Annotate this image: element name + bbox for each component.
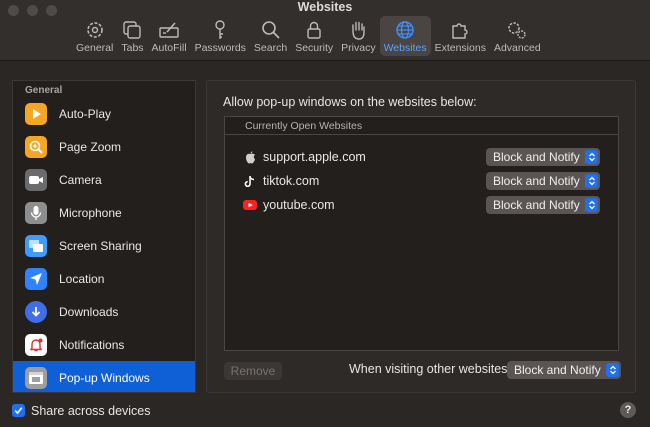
window-title: Websites (297, 0, 353, 14)
title-bar: Websites General Tabs AutoFill Passwords… (0, 0, 650, 61)
tabs-icon (123, 21, 142, 39)
help-button[interactable]: ? (620, 402, 636, 418)
preferences-toolbar: General Tabs AutoFill Passwords Search S… (72, 16, 545, 58)
sidebar-item-camera[interactable]: Camera (13, 163, 195, 196)
panel-title: Allow pop-up windows on the websites bel… (223, 95, 477, 109)
lock-icon (307, 21, 321, 39)
bell-icon (25, 333, 47, 356)
sidebar-item-screen-sharing[interactable]: Screen Sharing (13, 229, 195, 262)
gear-icon (86, 22, 103, 38)
youtube-logo-icon (243, 198, 257, 212)
sidebar-item-downloads[interactable]: Downloads (13, 295, 195, 328)
sidebar-item-microphone[interactable]: Microphone (13, 196, 195, 229)
tiktok-logo-icon (243, 174, 257, 188)
popup-window-icon (25, 366, 47, 389)
tab-search[interactable]: Search (250, 16, 291, 56)
location-arrow-icon (25, 267, 47, 290)
play-icon (25, 102, 47, 125)
main-panel: Allow pop-up windows on the websites bel… (206, 80, 636, 393)
other-websites-label: When visiting other websites: (349, 362, 511, 376)
table-row[interactable]: support.apple.com Block and Notify (225, 146, 618, 168)
download-icon (25, 300, 47, 323)
autofill-icon (159, 22, 179, 38)
chevron-updown-icon (606, 363, 619, 377)
apple-logo-icon (243, 150, 257, 164)
sidebar-item-auto-play[interactable]: Auto-Play (13, 97, 195, 130)
sidebar-item-page-zoom[interactable]: Page Zoom (13, 130, 195, 163)
chevron-updown-icon (585, 150, 598, 164)
hand-icon (352, 21, 366, 40)
search-icon (261, 21, 280, 39)
zoom-icon (25, 135, 47, 158)
tab-passwords[interactable]: Passwords (191, 16, 250, 56)
sidebar-item-location[interactable]: Location (13, 262, 195, 295)
remove-button[interactable]: Remove (224, 362, 282, 380)
share-across-devices-checkbox[interactable] (12, 404, 25, 417)
site-setting-select[interactable]: Block and Notify (486, 172, 600, 190)
checkmark-icon (14, 407, 23, 415)
key-icon (215, 20, 225, 39)
tab-advanced[interactable]: Advanced (490, 16, 545, 56)
tab-security[interactable]: Security (291, 16, 337, 56)
chevron-updown-icon (585, 198, 598, 212)
screen-sharing-icon (25, 234, 47, 257)
microphone-icon (25, 201, 47, 224)
chevron-updown-icon (585, 174, 598, 188)
tab-extensions[interactable]: Extensions (431, 16, 490, 56)
websites-table: Currently Open Websites support.apple.co… (224, 116, 619, 351)
camera-icon (25, 168, 47, 191)
tab-tabs[interactable]: Tabs (117, 16, 147, 56)
other-websites-select[interactable]: Block and Notify (507, 361, 621, 379)
sidebar-header: General (25, 85, 63, 96)
share-across-devices-label: Share across devices (31, 404, 151, 418)
table-row[interactable]: youtube.com Block and Notify (225, 194, 618, 216)
tab-autofill[interactable]: AutoFill (148, 16, 191, 56)
puzzle-icon (452, 23, 468, 39)
tab-websites[interactable]: Websites (379, 16, 431, 56)
sidebar-item-notifications[interactable]: Notifications (13, 328, 195, 361)
sidebar: General Auto-Play Page Zoom Camera Micro… (12, 80, 196, 393)
table-row[interactable]: tiktok.com Block and Notify (225, 170, 618, 192)
tab-general[interactable]: General (72, 16, 117, 56)
table-header: Currently Open Websites (225, 117, 618, 135)
globe-icon (396, 21, 414, 39)
gears-icon (508, 22, 526, 39)
site-setting-select[interactable]: Block and Notify (486, 196, 600, 214)
tab-privacy[interactable]: Privacy (337, 16, 379, 56)
site-setting-select[interactable]: Block and Notify (486, 148, 600, 166)
sidebar-item-pop-up-windows[interactable]: Pop-up Windows (13, 361, 195, 392)
